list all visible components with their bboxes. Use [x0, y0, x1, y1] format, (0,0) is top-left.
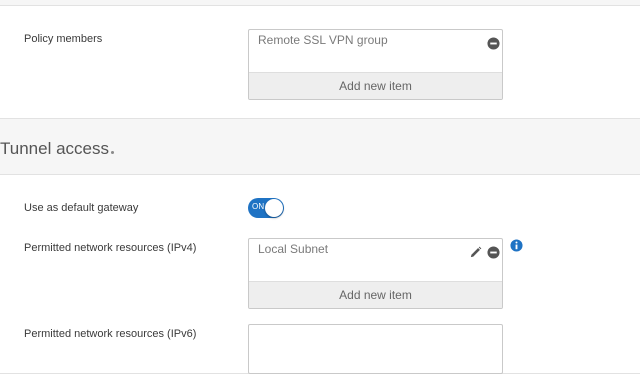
ipv4-resources-label: Permitted network resources (IPv4)	[24, 242, 197, 254]
ipv4-resources-list: Local Subnet Add new item	[248, 238, 503, 309]
edit-item-button[interactable]	[468, 245, 482, 259]
policy-members-label: Policy members	[24, 33, 103, 45]
remove-item-button[interactable]	[486, 245, 500, 259]
list-item-text: Local Subnet	[258, 242, 329, 256]
required-indicator	[111, 151, 114, 154]
pencil-icon	[470, 246, 481, 257]
info-icon[interactable]	[510, 239, 523, 252]
list-item: Remote SSL VPN group	[249, 30, 502, 73]
default-gateway-toggle[interactable]: ON	[248, 198, 284, 218]
minus-circle-icon	[486, 36, 500, 50]
toggle-knob	[265, 199, 283, 217]
remove-item-button[interactable]	[486, 36, 500, 50]
add-new-item-button[interactable]: Add new item	[249, 73, 502, 99]
default-gateway-label: Use as default gateway	[24, 202, 139, 214]
toggle-state-text: ON	[252, 202, 265, 211]
minus-circle-icon	[486, 245, 500, 259]
section-title: Tunnel access	[0, 139, 109, 158]
add-new-item-button[interactable]: Add new item	[249, 282, 502, 308]
info-icon-graphic	[510, 239, 523, 252]
list-item-text: Remote SSL VPN group	[258, 33, 388, 47]
policy-members-list: Remote SSL VPN group Add new item	[248, 29, 503, 100]
ipv6-resources-label: Permitted network resources (IPv6)	[24, 328, 197, 340]
list-item: Local Subnet	[249, 239, 502, 282]
